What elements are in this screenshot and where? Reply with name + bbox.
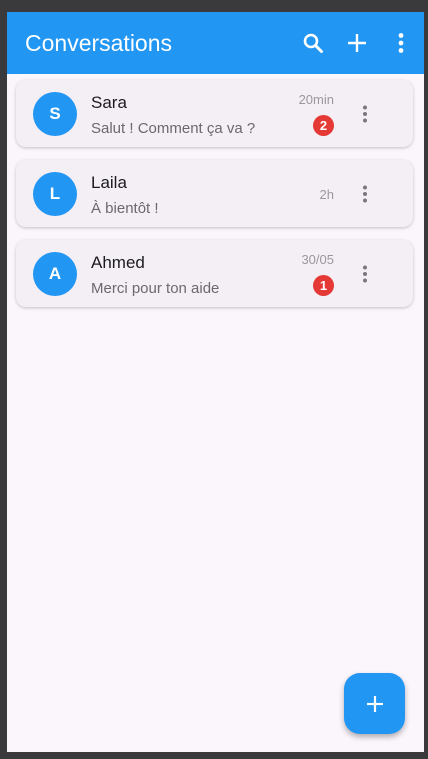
overflow-menu-button[interactable]	[387, 29, 415, 57]
last-message: Salut ! Comment ça va ?	[91, 120, 256, 137]
add-conversation-button[interactable]	[343, 29, 371, 57]
contact-name: Ahmed	[91, 253, 145, 272]
new-conversation-fab[interactable]	[344, 673, 405, 734]
conversation-menu-button[interactable]	[355, 260, 375, 288]
unread-badge: 2	[313, 115, 334, 136]
more-vert-icon	[363, 265, 367, 283]
avatar: A	[33, 252, 77, 296]
timestamp: 2h	[319, 187, 334, 202]
more-vert-icon	[398, 33, 404, 53]
avatar: L	[33, 172, 77, 216]
contact-name: Sara	[91, 93, 127, 112]
last-message: Merci pour ton aide	[91, 280, 220, 297]
conversation-item[interactable]: S Sara Salut ! Comment ça va ? 20min 2	[16, 80, 413, 147]
timestamp: 30/05	[301, 252, 334, 267]
page-title: Conversations	[25, 30, 173, 56]
conversation-item[interactable]: A Ahmed Merci pour ton aide 30/05 1	[16, 240, 413, 307]
add-icon	[366, 695, 383, 712]
contact-name: Laila	[91, 173, 127, 192]
avatar: S	[33, 92, 77, 136]
more-vert-icon	[363, 105, 367, 123]
timestamp: 20min	[298, 92, 334, 107]
add-icon	[348, 34, 366, 52]
conversation-item[interactable]: L Laila À bientôt ! 2h	[16, 160, 413, 227]
last-message: À bientôt !	[91, 200, 159, 217]
conversation-menu-button[interactable]	[355, 180, 375, 208]
app-bar: Conversations	[7, 12, 424, 74]
app-screen: Conversations S Sara Salut ! Comment ça	[7, 12, 424, 752]
search-icon	[303, 33, 323, 53]
more-vert-icon	[363, 185, 367, 203]
conversation-menu-button[interactable]	[355, 100, 375, 128]
search-button[interactable]	[299, 29, 327, 57]
unread-badge: 1	[313, 275, 334, 296]
